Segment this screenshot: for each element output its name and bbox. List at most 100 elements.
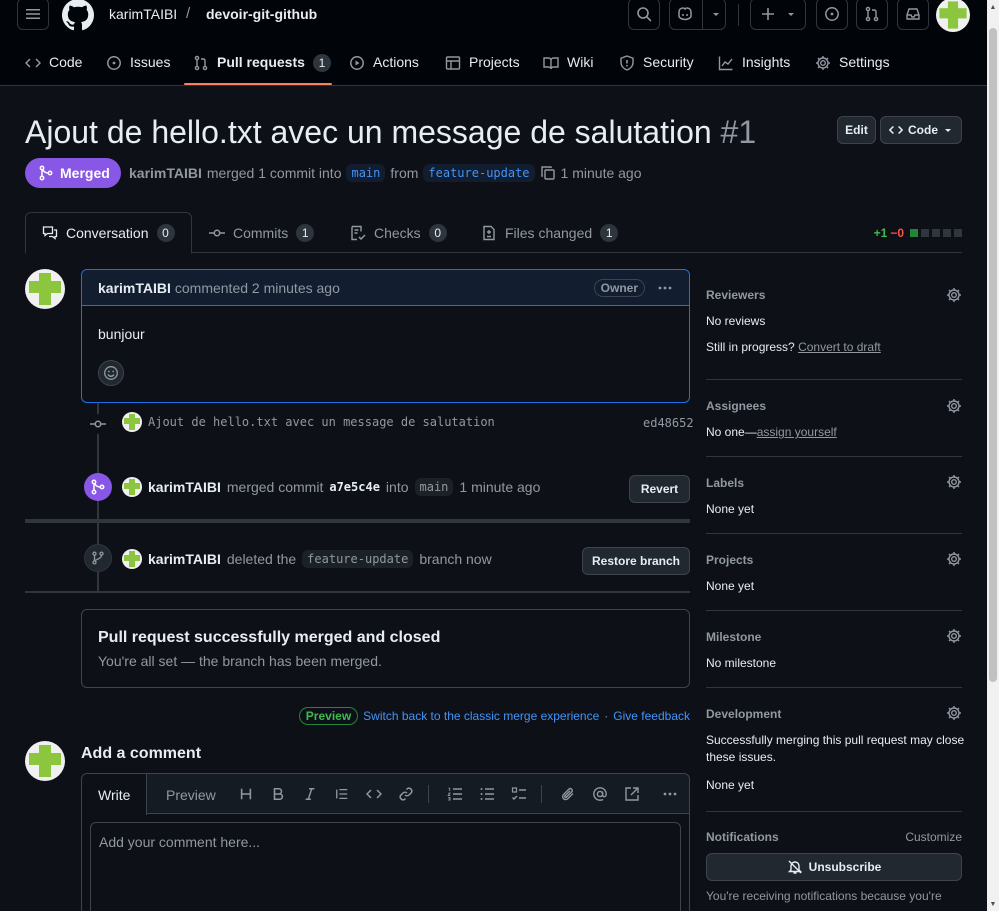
nav-pull-requests[interactable]: Pull requests 1 [193,48,331,86]
comment-options-button[interactable] [657,280,673,296]
pr-author[interactable]: karimTAIBI [129,165,202,181]
add-reaction-button[interactable] [98,360,124,386]
scroll-down-arrow[interactable]: ▼ [987,897,999,911]
copilot-button[interactable] [669,0,726,30]
ordered-list-tool[interactable] [446,785,464,803]
heading-tool[interactable] [237,785,255,803]
copy-icon[interactable] [540,165,556,181]
commit-icon [209,229,225,236]
scroll-up-arrow[interactable]: ▲ [987,0,999,14]
copilot-icon [678,7,692,21]
chevron-down-icon [945,129,951,132]
link-tool[interactable] [397,785,415,803]
comment-textarea[interactable] [90,822,681,911]
breadcrumb-owner[interactable]: karimTAIBI [109,6,177,22]
revert-button[interactable]: Revert [629,475,690,503]
head-branch[interactable]: feature-update [423,164,535,182]
tab-checks[interactable]: Checks 0 [334,212,463,253]
labels-title[interactable]: Labels [706,476,744,490]
projects-title[interactable]: Projects [706,553,753,567]
gear-icon[interactable] [946,287,962,303]
inbox-button[interactable] [897,0,929,30]
comment-author-avatar[interactable] [25,269,65,309]
delete-author-avatar[interactable] [122,549,142,569]
nav-actions[interactable]: Actions [349,48,419,86]
tab-checks-label: Checks [374,224,421,241]
reviewers-title[interactable]: Reviewers [706,288,765,302]
nav-wiki[interactable]: Wiki [543,48,593,86]
github-logo[interactable] [62,0,94,31]
milestone-value: No milestone [706,656,777,670]
unordered-list-tool[interactable] [478,785,496,803]
reference-tool[interactable] [623,785,641,803]
identicon-icon [122,412,142,432]
base-branch[interactable]: main [346,164,386,182]
tab-conversation[interactable]: Conversation 0 [25,212,192,254]
nav-code[interactable]: Code [25,48,82,86]
merge-status-subtitle: You're all set — the branch has been mer… [98,653,382,669]
comment-author[interactable]: karimTAIBI [98,280,171,296]
issues-button[interactable] [816,0,848,30]
tab-commits[interactable]: Commits 1 [193,212,330,253]
identicon-icon [122,549,142,569]
switch-classic-link[interactable]: Switch back to the classic merge experie… [363,709,599,723]
development-title[interactable]: Development [706,707,781,721]
code-dropdown-button[interactable]: Code [880,116,962,144]
create-new-button[interactable] [750,0,806,30]
restore-branch-button[interactable]: Restore branch [582,547,690,575]
reviewers-progress: Still in progress? Convert to draft [706,340,881,354]
user-avatar[interactable] [936,0,970,32]
nav-pull-requests-label: Pull requests [217,54,305,70]
sidebar-labels: Labels None yet [706,457,962,534]
pr-tabs: Conversation 0 Commits 1 Checks 0 Files … [25,212,962,254]
assignees-title[interactable]: Assignees [706,399,766,413]
gear-icon[interactable] [946,705,962,721]
merge-commit-sha[interactable]: a7e5c4e [329,480,380,494]
gear-icon[interactable] [946,398,962,414]
convert-to-draft-link[interactable]: Convert to draft [798,340,881,354]
chevron-down-icon [713,13,719,16]
pull-requests-button[interactable] [856,0,888,30]
italic-tool[interactable] [301,785,319,803]
commit-sha[interactable]: ed48652 [643,416,694,430]
assign-yourself-link[interactable]: assign yourself [757,425,837,439]
scrollbar-thumb[interactable] [989,28,997,682]
bold-tool[interactable] [269,785,287,803]
breadcrumb-repo[interactable]: devoir-git-github [206,6,317,22]
preview-tab[interactable]: Preview [150,774,232,815]
write-tab[interactable]: Write [82,774,148,815]
kebab-horizontal-icon [663,792,677,796]
merge-author-avatar[interactable] [122,477,142,497]
gear-icon[interactable] [946,628,962,644]
gear-icon[interactable] [946,551,962,567]
unsubscribe-button[interactable]: Unsubscribe [706,853,962,881]
attach-tool[interactable] [559,785,577,803]
nav-projects[interactable]: Projects [445,48,520,86]
milestone-title[interactable]: Milestone [706,630,761,644]
tab-files-changed[interactable]: Files changed 1 [465,212,634,253]
merge-author[interactable]: karimTAIBI [148,479,221,495]
edit-button[interactable]: Edit [837,116,876,144]
quote-tool[interactable] [333,785,351,803]
task-list-tool[interactable] [510,785,528,803]
search-button[interactable] [628,0,660,30]
nav-issues[interactable]: Issues [106,48,170,86]
merge-icon [39,165,53,181]
commit-author-avatar[interactable] [122,412,142,432]
nav-security[interactable]: Security [619,48,694,86]
sidebar-reviewers: Reviewers No reviews Still in progress? … [706,270,962,380]
merge-base-branch[interactable]: main [414,478,454,496]
delete-author[interactable]: karimTAIBI [148,551,221,567]
current-user-avatar[interactable] [25,741,65,781]
pr-meta: karimTAIBI merged 1 commit into main fro… [129,164,642,182]
give-feedback-link[interactable]: Give feedback [613,709,690,723]
gear-icon[interactable] [946,474,962,490]
nav-insights[interactable]: Insights [718,48,790,86]
menu-button[interactable] [17,0,49,30]
commit-message[interactable]: Ajout de hello.txt avec un message de sa… [148,415,495,429]
mention-tool[interactable] [591,785,609,803]
more-tools-button[interactable] [661,785,679,803]
customize-link[interactable]: Customize [905,830,962,844]
nav-settings[interactable]: Settings [815,48,890,86]
code-tool[interactable] [365,785,383,803]
